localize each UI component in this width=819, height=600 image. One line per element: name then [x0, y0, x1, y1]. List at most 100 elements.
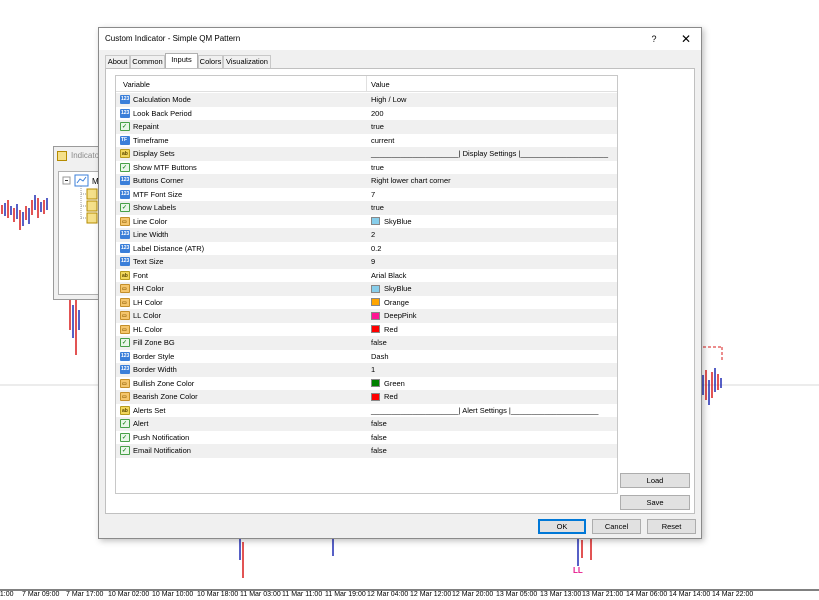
cancel-button[interactable]: Cancel	[592, 519, 641, 534]
column-header-value[interactable]: Value	[371, 80, 390, 89]
input-value[interactable]: SkyBlue	[384, 284, 412, 293]
color-swatch[interactable]	[371, 311, 380, 320]
input-row[interactable]: 123 Label Distance (ATR) 0.2	[116, 242, 617, 256]
input-value[interactable]: false	[371, 338, 387, 347]
color-icon: ▭	[120, 216, 130, 226]
boolean-icon: ✓	[120, 203, 130, 212]
numeric-icon: 123	[120, 176, 130, 185]
input-value[interactable]: false	[371, 419, 387, 428]
column-header-variable[interactable]: Variable	[123, 80, 150, 89]
input-row[interactable]: ✓ Show Labels true	[116, 201, 617, 215]
time-tick-label: 12 Mar 04:00	[367, 591, 409, 598]
column-divider[interactable]	[366, 76, 367, 92]
input-row[interactable]: 123 Line Width 2	[116, 228, 617, 242]
input-row[interactable]: ✓ Show MTF Buttons true	[116, 161, 617, 175]
input-value[interactable]: DeepPink	[384, 311, 417, 320]
input-row[interactable]: ✓ Push Notification false	[116, 431, 617, 445]
help-button[interactable]: ?	[645, 32, 663, 47]
input-value[interactable]: 0.2	[371, 244, 381, 253]
numeric-icon: 123	[120, 108, 130, 118]
input-row[interactable]: ▭ Bullish Zone Color Green	[116, 377, 617, 391]
save-button[interactable]: Save	[620, 495, 690, 510]
input-name: Bearish Zone Color	[133, 392, 198, 401]
tab-about[interactable]: About	[105, 55, 130, 68]
color-swatch[interactable]	[371, 284, 380, 293]
color-swatch[interactable]	[371, 379, 380, 387]
input-value[interactable]: _____________________| Alert Settings |_…	[371, 406, 598, 415]
input-row[interactable]: 123 Look Back Period 200	[116, 107, 617, 121]
input-name: Line Width	[133, 230, 169, 239]
input-value[interactable]: Red	[384, 325, 398, 334]
tab-inputs[interactable]: Inputs	[165, 53, 198, 68]
grid-rows: 123 Calculation Mode High / Low 123 Look Bac…	[116, 93, 617, 458]
input-value[interactable]: Green	[384, 379, 405, 388]
tab-visualization[interactable]: Visualization	[223, 55, 271, 68]
time-tick-label: 7 Mar 17:00	[66, 591, 104, 598]
input-value[interactable]: true	[371, 203, 384, 212]
input-row[interactable]: ✓ Fill Zone BG false	[116, 336, 617, 350]
input-value[interactable]: Right lower chart corner	[371, 176, 451, 185]
input-name: Border Style	[133, 351, 175, 361]
load-button[interactable]: Load	[620, 473, 690, 488]
input-row[interactable]: ab Display Sets _____________________| Dis…	[116, 147, 617, 161]
input-row[interactable]: TF Timeframe current	[116, 134, 617, 148]
input-row[interactable]: 123 Calculation Mode High / Low	[116, 93, 617, 107]
input-row[interactable]: 123 Border Width 1	[116, 363, 617, 377]
input-row[interactable]: ▭ LL Color DeepPink	[116, 309, 617, 323]
input-value[interactable]: High / Low	[371, 95, 406, 104]
input-value[interactable]: true	[371, 122, 384, 131]
input-name: Show MTF Buttons	[133, 162, 197, 172]
time-tick-label: 11 Mar 11:00	[282, 591, 323, 598]
color-swatch[interactable]	[371, 217, 380, 225]
numeric-icon: 123	[120, 189, 130, 199]
input-value[interactable]: SkyBlue	[384, 217, 412, 226]
input-row[interactable]: ▭ LH Color Orange	[116, 296, 617, 310]
input-name: Alert	[133, 419, 149, 428]
input-row[interactable]: ab Font Arial Black	[116, 269, 617, 283]
input-value[interactable]: current	[371, 136, 394, 145]
inputs-panel: Variable Value 123 Calculation Mode High /…	[105, 68, 695, 514]
input-row[interactable]: ▭ Line Color SkyBlue	[116, 215, 617, 229]
input-row[interactable]: ▭ Bearish Zone Color Red	[116, 390, 617, 404]
input-name: Border Width	[133, 365, 177, 374]
input-row[interactable]: 123 Border Style Dash	[116, 350, 617, 364]
color-swatch[interactable]	[371, 298, 380, 306]
input-name: Look Back Period	[133, 108, 192, 118]
tab-common[interactable]: Common	[130, 55, 165, 68]
input-value[interactable]: Dash	[371, 352, 389, 361]
input-value[interactable]: true	[371, 163, 384, 172]
color-swatch[interactable]	[371, 325, 380, 333]
custom-indicator-dialog[interactable]: Custom Indicator - Simple QM Pattern ? ✕…	[98, 27, 702, 539]
input-value[interactable]: Red	[384, 392, 398, 401]
input-row[interactable]: ▭ HH Color SkyBlue	[116, 282, 617, 296]
input-value[interactable]: false	[371, 446, 387, 455]
dialog-titlebar[interactable]: Custom Indicator - Simple QM Pattern ? ✕	[99, 28, 701, 50]
reset-button[interactable]: Reset	[647, 519, 696, 534]
input-value[interactable]: false	[371, 433, 387, 442]
input-row[interactable]: 123 Text Size 9	[116, 255, 617, 269]
input-value[interactable]: Orange	[384, 298, 409, 307]
input-row[interactable]: 123 MTF Font Size 7	[116, 188, 617, 202]
time-axis: 01:007 Mar 09:007 Mar 17:0010 Mar 02:001…	[0, 590, 819, 600]
input-row[interactable]: ▭ HL Color Red	[116, 323, 617, 337]
color-swatch[interactable]	[371, 392, 380, 401]
numeric-icon: 123	[120, 351, 130, 361]
time-tick-label: 14 Mar 22:00	[712, 591, 754, 598]
input-value[interactable]: 1	[371, 365, 375, 374]
close-button[interactable]: ✕	[677, 31, 695, 47]
input-value[interactable]: 2	[371, 230, 375, 239]
input-value[interactable]: Arial Black	[371, 271, 406, 280]
input-value[interactable]: 200	[371, 109, 384, 118]
input-value[interactable]: 9	[371, 257, 375, 266]
input-row[interactable]: ab Alerts Set _____________________| Alert…	[116, 404, 617, 418]
time-tick-label: 13 Mar 21:00	[582, 591, 624, 598]
inputs-grid[interactable]: Variable Value 123 Calculation Mode High /…	[115, 75, 618, 494]
input-row[interactable]: ✓ Email Notification false	[116, 444, 617, 458]
input-row[interactable]: 123 Buttons Corner Right lower chart corne…	[116, 174, 617, 188]
input-value[interactable]: _____________________| Display Settings …	[371, 149, 608, 158]
input-row[interactable]: ✓ Alert false	[116, 417, 617, 431]
input-row[interactable]: ✓ Repaint true	[116, 120, 617, 134]
input-value[interactable]: 7	[371, 190, 375, 199]
tab-colors[interactable]: Colors	[198, 55, 223, 68]
ok-button[interactable]: OK	[538, 519, 586, 534]
